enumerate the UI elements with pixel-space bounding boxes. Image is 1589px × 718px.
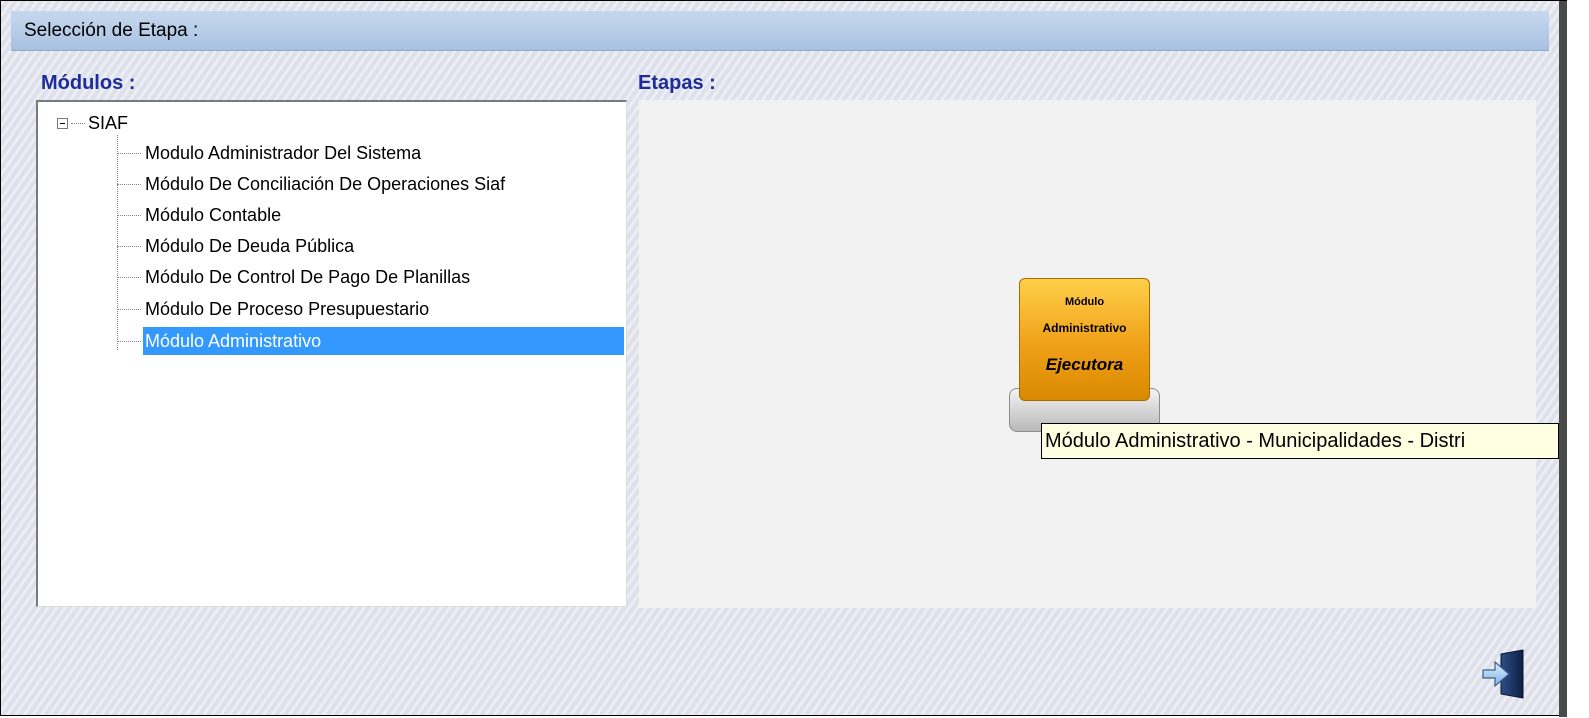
tree-item-label: Módulo De Conciliación De Operaciones Si… [145, 174, 506, 194]
tree-connector [117, 308, 141, 310]
tree-item-proceso-presupuestario[interactable]: Módulo De Proceso Presupuestario [117, 295, 431, 323]
tree-item-label: Módulo De Control De Pago De Planillas [145, 267, 471, 287]
tree-item-deuda-publica[interactable]: Módulo De Deuda Pública [117, 232, 356, 260]
tree-item-conciliacion-operaciones[interactable]: Módulo De Conciliación De Operaciones Si… [117, 170, 507, 198]
tree-root-siaf[interactable]: SIAF [57, 111, 128, 135]
stage-tooltip: Módulo Administrativo - Municipalidades … [1041, 423, 1559, 459]
tree-connector [117, 183, 141, 185]
tree-connector [117, 214, 141, 216]
tree-item-administrador-sistema[interactable]: Modulo Administrador Del Sistema [117, 139, 423, 167]
tree-item-label: Módulo De Deuda Pública [145, 236, 355, 256]
modules-label: Módulos : [41, 72, 136, 94]
tree-connector [117, 276, 141, 278]
exit-door-icon [1482, 649, 1524, 699]
tree-item-label: Módulo De Proceso Presupuestario [145, 299, 430, 319]
tree-connector [117, 152, 141, 154]
stages-label: Etapas : [638, 72, 716, 94]
tree-connector [71, 122, 85, 124]
tree-item-label: Módulo Contable [145, 205, 282, 225]
tree-item-label: Módulo Administrativo [143, 327, 624, 355]
window-title: Selección de Etapa : [11, 11, 1549, 51]
collapse-icon[interactable] [57, 117, 68, 129]
tree-connector [117, 340, 141, 342]
stage-card-line1: Módulo [1064, 296, 1105, 308]
modules-tree[interactable]: SIAF Modulo Administrador Del Sistema Mó… [36, 100, 627, 607]
stage-card-ejecutora[interactable]: Módulo Administrativo Ejecutora [1009, 278, 1160, 433]
tree-item-control-pago-planillas[interactable]: Módulo De Control De Pago De Planillas [117, 263, 472, 291]
exit-button[interactable] [1479, 648, 1527, 700]
stage-card-body: Módulo Administrativo Ejecutora [1019, 278, 1150, 401]
stage-card-line2: Administrativo [1042, 321, 1127, 335]
tree-connector [117, 245, 141, 247]
tree-item-label: Modulo Administrador Del Sistema [145, 143, 422, 163]
window-frame-edge [1559, 1, 1567, 717]
stage-selection-window: Selección de Etapa : Módulos : Etapas : … [0, 0, 1567, 717]
tree-root-label: SIAF [88, 112, 129, 133]
tree-item-contable[interactable]: Módulo Contable [117, 201, 283, 229]
tree-item-administrativo[interactable]: Módulo Administrativo [117, 327, 624, 355]
stage-card-line3: Ejecutora [1045, 355, 1124, 374]
